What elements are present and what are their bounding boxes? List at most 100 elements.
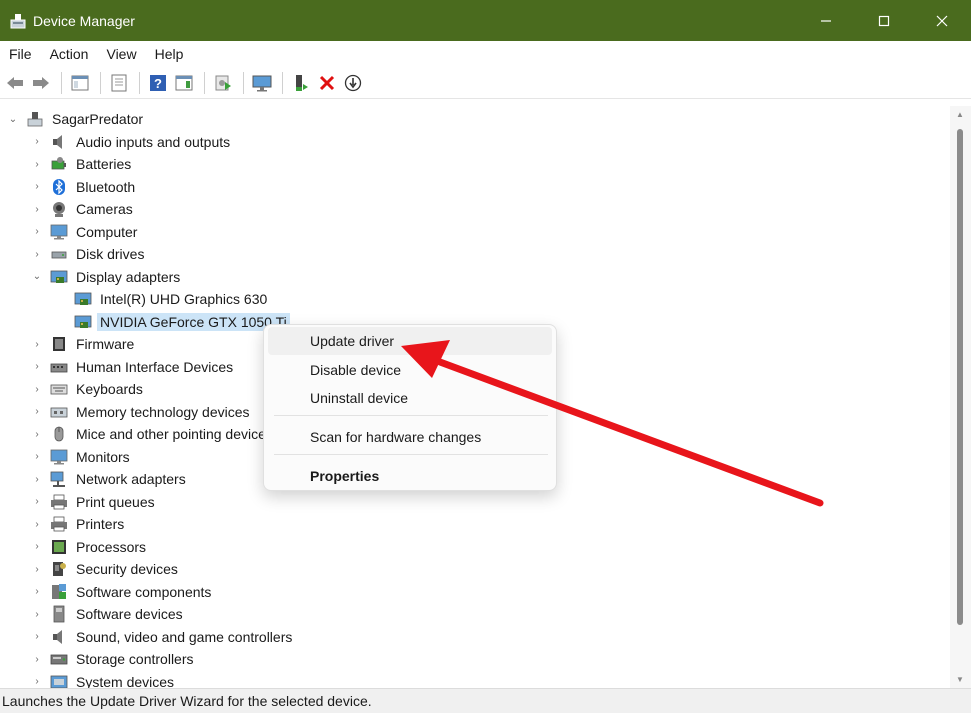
tree-node-label: Bluetooth [76,178,136,195]
scroll-up-icon[interactable]: ▲ [954,110,966,119]
scroll-down-icon[interactable]: ▼ [954,675,966,684]
chevron-right-icon[interactable]: › [31,181,43,192]
tree-category-node[interactable]: › Memory technology devices [0,401,249,423]
chevron-right-icon[interactable]: › [31,586,43,597]
tree-node-label: Computer [76,223,138,240]
tree-node-label: NVIDIA GeForce GTX 1050 Ti [97,312,290,331]
tree-category-node[interactable]: › Human Interface Devices [0,356,233,378]
tree-root-node[interactable]: ⌄ SagarPredator [0,108,143,130]
chevron-right-icon[interactable]: › [31,564,43,575]
show-hide-action-pane-icon[interactable] [172,71,196,95]
tree-node-label: Network adapters [76,471,186,487]
tree-category-node[interactable]: › Mice and other pointing devices [0,423,273,445]
menu-help[interactable]: Help [146,41,193,68]
chevron-right-icon[interactable]: › [31,384,43,395]
properties-menu-item[interactable]: Properties [268,462,552,490]
chevron-right-icon[interactable]: › [31,361,43,372]
tree-node-label: Mice and other pointing devices [76,426,273,442]
tree-node-label: Intel(R) UHD Graphics 630 [100,291,268,307]
menu-action[interactable]: Action [41,41,98,68]
display-adapter-icon [74,290,92,308]
disable-device-menu-item[interactable]: Disable device [268,356,552,384]
scan-hardware-icon[interactable] [250,71,274,95]
tree-category-node[interactable]: › Cameras [0,198,133,220]
scroll-thumb[interactable] [957,129,963,625]
chevron-down-icon[interactable]: ⌄ [31,271,43,282]
tree-category-node[interactable]: ⌄ Display adapters [0,266,180,288]
chevron-right-icon[interactable]: › [31,136,43,147]
uninstall-device-menu-item[interactable]: Uninstall device [268,384,552,412]
tree-category-node[interactable]: › Printers [0,513,124,535]
disable-device-icon[interactable] [341,71,365,95]
vertical-scrollbar[interactable]: ▲ ▼ [950,106,971,688]
chevron-right-icon[interactable]: › [31,496,43,507]
tree-category-node[interactable]: › Network adapters [0,468,186,490]
chevron-right-icon[interactable]: › [31,609,43,620]
properties-icon[interactable] [107,71,131,95]
tree-device-node[interactable]: NVIDIA GeForce GTX 1050 Ti [0,311,290,333]
uninstall-icon[interactable] [315,71,339,95]
software-component-icon [50,583,68,601]
update-driver-icon[interactable] [211,71,235,95]
tree-node-label: Software devices [76,606,183,622]
show-hide-console-tree-icon[interactable] [68,71,92,95]
tree-category-node[interactable]: › System devices [0,671,174,689]
chevron-right-icon[interactable]: › [31,339,43,350]
tree-category-node[interactable]: › Computer [0,221,137,243]
chevron-right-icon[interactable]: › [31,676,43,687]
chevron-right-icon[interactable]: › [31,159,43,170]
tree-category-node[interactable]: › Bluetooth [0,176,135,198]
chevron-right-icon[interactable]: › [31,519,43,530]
tree-node-label: Cameras [76,201,133,217]
tree-category-node[interactable]: › Firmware [0,333,134,355]
menu-view[interactable]: View [97,41,145,68]
chevron-right-icon[interactable]: › [31,654,43,665]
tree-category-node[interactable]: › Processors [0,536,146,558]
chevron-right-icon[interactable]: › [31,451,43,462]
context-menu: Update driver Disable device Uninstall d… [263,324,557,491]
tree-category-node[interactable]: › Storage controllers [0,648,193,670]
svg-text:?: ? [154,76,162,91]
menu-separator [274,454,548,455]
tree-category-node[interactable]: › Sound, video and game controllers [0,626,292,648]
back-icon[interactable] [3,71,27,95]
scan-hardware-menu-item[interactable]: Scan for hardware changes [268,423,552,451]
tree-node-label: Disk drives [76,246,145,262]
forward-icon[interactable] [29,71,53,95]
chevron-right-icon[interactable]: › [31,474,43,485]
speaker-icon [50,628,68,646]
menu-file[interactable]: File [0,41,41,68]
chevron-down-icon[interactable]: ⌄ [7,114,19,125]
tree-category-node[interactable]: › Software devices [0,603,183,625]
maximize-button[interactable] [855,0,913,41]
printer-icon [50,493,68,511]
tree-category-node[interactable]: › Software components [0,581,211,603]
tree-node-label: SagarPredator [52,111,144,127]
help-icon[interactable]: ? [146,71,170,95]
chevron-right-icon[interactable]: › [31,631,43,642]
tree-node-label: Software components [76,583,212,600]
tree-category-node[interactable]: › Security devices [0,558,178,580]
chevron-right-icon[interactable]: › [31,406,43,417]
display-adapter-icon [50,268,68,286]
tree-category-node[interactable]: › Monitors [0,446,129,468]
device-manager-icon [9,12,27,30]
tree-category-node[interactable]: › Audio inputs and outputs [0,131,230,153]
minimize-button[interactable] [797,0,855,41]
chevron-right-icon[interactable]: › [31,249,43,260]
camera-icon [50,200,68,218]
update-driver-menu-item[interactable]: Update driver [268,327,552,355]
printer-icon [50,515,68,533]
tree-device-node[interactable]: Intel(R) UHD Graphics 630 [0,288,267,310]
tree-category-node[interactable]: › Print queues [0,491,154,513]
chevron-right-icon[interactable]: › [31,429,43,440]
tree-category-node[interactable]: › Keyboards [0,378,143,400]
tree-category-node[interactable]: › Batteries [0,153,131,175]
close-button[interactable] [913,0,971,41]
tree-category-node[interactable]: › Disk drives [0,243,144,265]
chevron-right-icon[interactable]: › [31,541,43,552]
chevron-right-icon[interactable]: › [31,226,43,237]
computer-root-icon [26,110,44,128]
enable-device-icon[interactable] [289,71,313,95]
chevron-right-icon[interactable]: › [31,204,43,215]
